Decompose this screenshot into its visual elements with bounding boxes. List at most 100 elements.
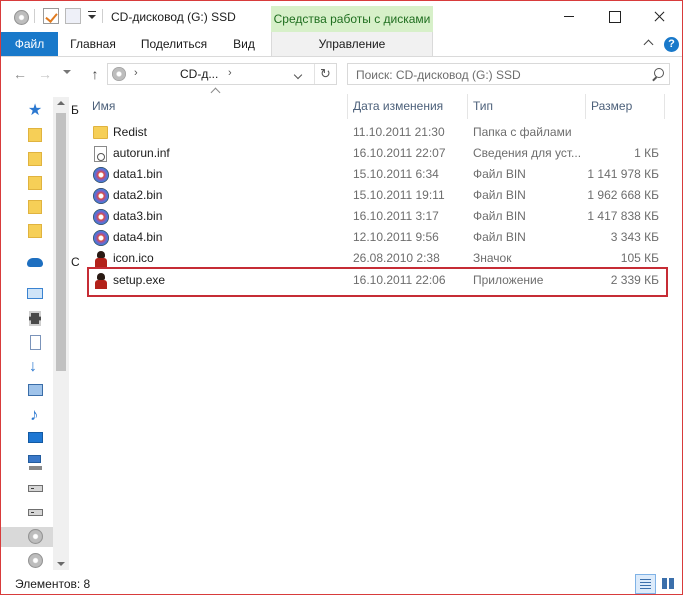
- recent-locations-icon[interactable]: [62, 68, 72, 78]
- cd-drive-icon: [28, 529, 43, 544]
- file-size: 1 417 838 КБ: [587, 209, 659, 223]
- nav-cd-drive-selected[interactable]: [1, 527, 53, 547]
- refresh-icon[interactable]: ↻: [314, 64, 336, 84]
- nav-music[interactable]: ♪: [25, 405, 45, 425]
- search-input[interactable]: [356, 67, 636, 82]
- nav-local-drive[interactable]: [25, 479, 45, 499]
- file-row[interactable]: Redist 11.10.2011 21:30 Папка с файлами: [87, 122, 665, 143]
- forward-button[interactable]: →: [37, 66, 53, 82]
- file-date: 15.10.2011 19:11: [353, 188, 445, 202]
- expand-ribbon-icon[interactable]: [644, 40, 654, 50]
- nav-scrollbar[interactable]: [53, 97, 69, 570]
- navigation-pane: ★ Б C ↓ ♪: [1, 91, 80, 571]
- tab-share[interactable]: Поделиться: [135, 32, 213, 56]
- column-header-name[interactable]: Имя: [87, 94, 347, 119]
- folder-icon: [28, 200, 42, 214]
- scroll-down-icon[interactable]: [57, 560, 65, 568]
- document-icon: [30, 335, 41, 350]
- music-icon: ♪: [30, 405, 39, 424]
- cd-drive-icon[interactable]: [11, 8, 29, 25]
- column-header-size[interactable]: Размер: [585, 94, 665, 119]
- nav-onedrive[interactable]: C: [25, 253, 80, 273]
- scroll-up-icon[interactable]: [57, 99, 65, 107]
- quick-access-dropdown-icon[interactable]: [87, 11, 97, 21]
- file-row[interactable]: data4.bin 12.10.2011 9:56 Файл BIN 3 343…: [87, 227, 665, 248]
- bin-file-icon: [93, 188, 109, 204]
- bin-file-icon: [93, 230, 109, 246]
- file-row[interactable]: data1.bin 15.10.2011 6:34 Файл BIN 1 141…: [87, 164, 665, 185]
- large-icons-view-icon[interactable]: [658, 574, 679, 594]
- search-box[interactable]: [347, 63, 670, 85]
- ico-file-icon: [93, 251, 109, 267]
- properties-icon[interactable]: [43, 8, 59, 24]
- star-icon: ★: [27, 102, 43, 119]
- nav-folder[interactable]: [25, 173, 45, 193]
- nav-desktop[interactable]: [25, 429, 45, 449]
- nav-quick-access[interactable]: ★ Б: [25, 101, 79, 121]
- file-row[interactable]: icon.ico 26.08.2010 2:38 Значок 105 КБ: [87, 248, 665, 269]
- nav-downloads[interactable]: ↓: [25, 357, 45, 377]
- cd-disc-icon: [14, 10, 29, 25]
- nav-videos[interactable]: [25, 309, 45, 329]
- tab-view[interactable]: Вид: [225, 32, 263, 56]
- file-row[interactable]: data3.bin 16.10.2011 3:17 Файл BIN 1 417…: [87, 206, 665, 227]
- address-bar[interactable]: › CD-д... › ↻: [107, 63, 337, 85]
- maximize-button[interactable]: [591, 1, 637, 32]
- file-row[interactable]: data2.bin 15.10.2011 19:11 Файл BIN 1 96…: [87, 185, 665, 206]
- cloud-icon: [27, 258, 43, 267]
- breadcrumb-chevron-icon[interactable]: ›: [228, 67, 232, 79]
- cd-drive-icon: [28, 553, 43, 568]
- file-date: 16.10.2011 22:07: [353, 146, 446, 160]
- address-dropdown-icon[interactable]: [294, 68, 304, 80]
- up-button[interactable]: ↑: [87, 66, 103, 82]
- title-divider: [102, 9, 103, 23]
- tab-home[interactable]: Главная: [63, 32, 123, 56]
- file-name: data4.bin: [113, 230, 163, 244]
- help-icon[interactable]: ?: [664, 37, 679, 52]
- column-header-type[interactable]: Тип: [467, 94, 585, 119]
- status-bar: Элементов: 8: [1, 573, 682, 594]
- inf-file-icon: [94, 146, 107, 162]
- file-name: data3.bin: [113, 209, 163, 223]
- file-type: Сведения для уст...: [473, 146, 582, 160]
- film-icon: [29, 311, 41, 326]
- search-icon[interactable]: [650, 68, 664, 82]
- nav-folder[interactable]: [25, 149, 45, 169]
- nav-pictures[interactable]: [25, 381, 45, 401]
- folder-icon: [28, 128, 42, 142]
- file-date: 11.10.2011 21:30: [353, 125, 445, 139]
- nav-cd-drive[interactable]: [25, 551, 45, 571]
- file-name: autorun.inf: [113, 146, 170, 160]
- picture-icon: [28, 384, 43, 396]
- folder-icon: [28, 224, 42, 238]
- file-name: data2.bin: [113, 188, 163, 202]
- file-type: Файл BIN: [473, 230, 526, 244]
- close-button[interactable]: [636, 1, 682, 32]
- bin-file-icon: [93, 167, 109, 183]
- address-row: ← → ↑ › CD-д... › ↻: [1, 57, 682, 91]
- ribbon-tabs: Файл Главная Поделиться Вид Управление ?: [1, 32, 682, 57]
- file-name: Redist: [113, 125, 148, 139]
- nav-network-drive[interactable]: [25, 453, 45, 473]
- breadcrumb-chevron-icon[interactable]: ›: [134, 67, 138, 79]
- file-row[interactable]: autorun.inf 16.10.2011 22:07 Сведения дл…: [87, 143, 665, 164]
- back-button[interactable]: ←: [12, 66, 28, 82]
- details-view-icon[interactable]: [635, 574, 656, 594]
- nav-local-drive[interactable]: [25, 503, 45, 523]
- nav-folder[interactable]: [25, 221, 45, 241]
- new-folder-icon[interactable]: [65, 8, 81, 24]
- quick-access-divider: [34, 9, 35, 23]
- nav-folder[interactable]: [25, 125, 45, 145]
- breadcrumb[interactable]: CD-д...: [180, 67, 218, 81]
- nav-documents[interactable]: [25, 333, 45, 353]
- scroll-thumb[interactable]: [56, 113, 66, 371]
- nav-this-pc[interactable]: [25, 285, 45, 305]
- tab-file[interactable]: Файл: [1, 32, 58, 56]
- minimize-button[interactable]: [546, 1, 592, 32]
- file-type: Файл BIN: [473, 188, 526, 202]
- nav-folder[interactable]: [25, 197, 45, 217]
- folder-icon: [93, 126, 108, 139]
- tab-manage[interactable]: Управление: [271, 32, 433, 56]
- drive-icon: [28, 509, 43, 516]
- column-header-date[interactable]: Дата изменения: [347, 94, 467, 119]
